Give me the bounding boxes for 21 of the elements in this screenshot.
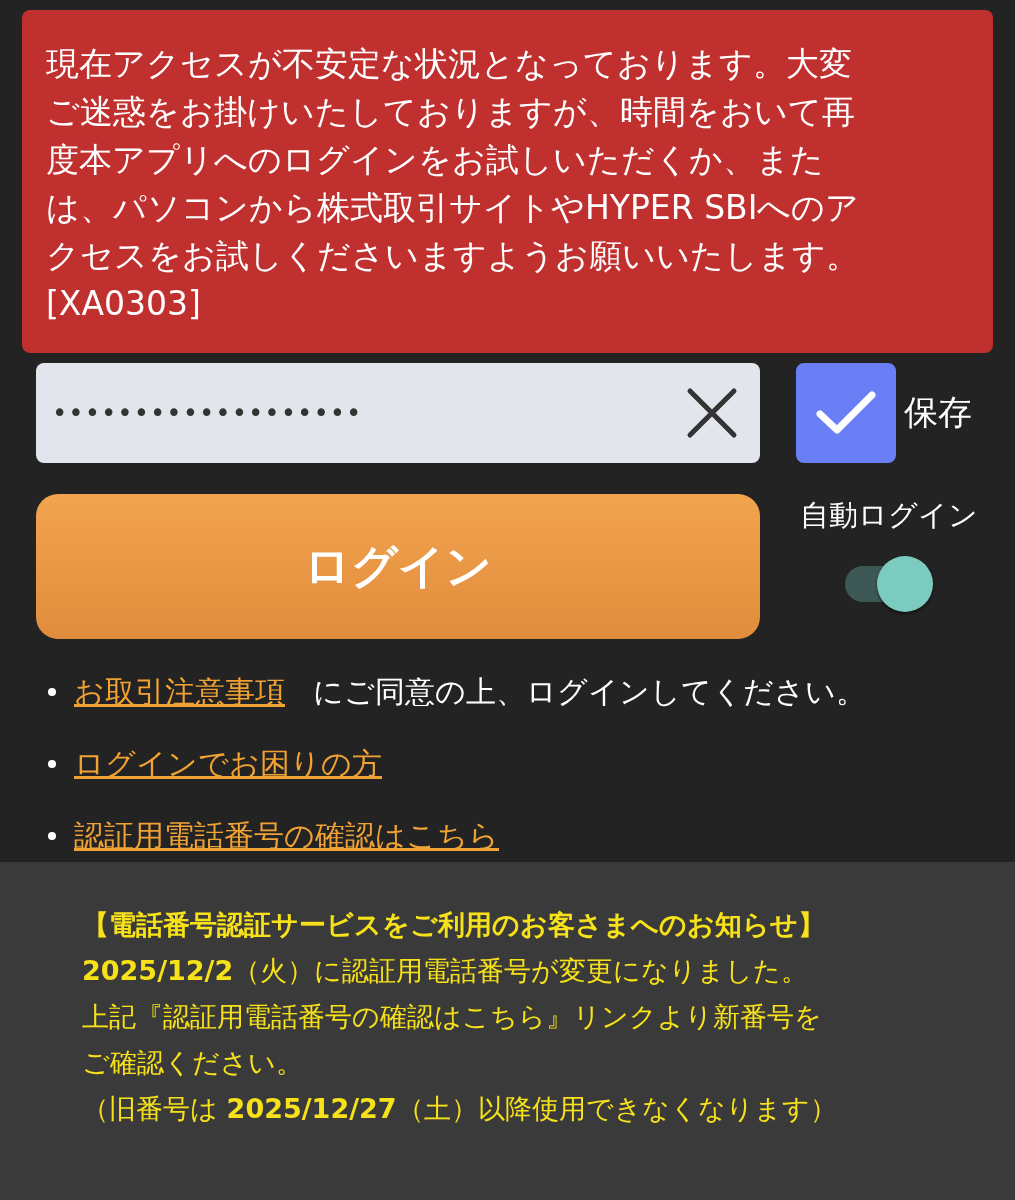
save-label: 保存 [904, 391, 972, 434]
notice-line: 2025/12/2（火）に認証用電話番号が変更になりました。 [82, 954, 810, 988]
notice-line: 上記『認証用電話番号の確認はこちら』リンクより新番号を [82, 1000, 823, 1034]
link[interactable]: ログインでお困りの方 [74, 743, 382, 785]
link[interactable]: お取引注意事項 [74, 671, 285, 713]
notice-line: ご確認ください。 [82, 1046, 304, 1080]
bullet-icon [48, 688, 56, 696]
notice-line: （旧番号は 2025/12/27（土）以降使用できなくなります） [82, 1092, 838, 1126]
bullet-icon [48, 832, 56, 840]
password-field[interactable]: ••••••••••••••••••• [36, 363, 760, 463]
password-value: ••••••••••••••••••• [52, 398, 363, 428]
notice-title: 【電話番号認証サービスをご利用のお客さまへのお知らせ】 [82, 908, 826, 942]
save-checkbox[interactable] [796, 363, 896, 463]
bullet-icon [48, 760, 56, 768]
checkmark-icon [815, 390, 877, 436]
link-note: にご同意の上、ログインしてください。 [313, 672, 866, 711]
auto-login-label: 自動ログイン [800, 497, 978, 534]
link[interactable]: 認証用電話番号の確認はこちら [74, 815, 499, 857]
clear-icon[interactable] [686, 387, 738, 439]
auto-login-toggle[interactable] [845, 556, 933, 612]
error-message: 現在アクセスが不安定な状況となっております。大変 ご迷惑をお掛けいたしておりますが、時間をおいて再 度本アプリへのログインをお試しいただくか、また は、パソコンから株式取引サイトやHYPER SBIへのア クセスをお試しくださいますようお願いいたします。 [XA0303] [46, 43, 861, 325]
